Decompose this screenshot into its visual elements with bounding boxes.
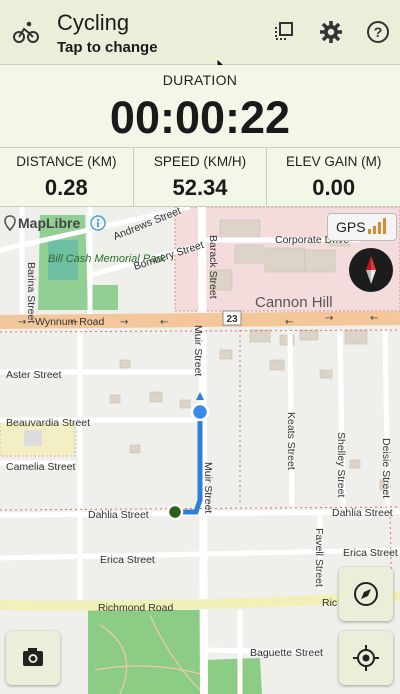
stat-value: 52.34 (172, 175, 228, 200)
bicycle-icon[interactable] (13, 20, 39, 44)
street-label: Muir Street (202, 462, 214, 513)
street-label: Richmond Road (98, 602, 173, 614)
duration-panel: DURATION 00:00:22 (0, 65, 400, 148)
signal-strength-icon (368, 218, 386, 234)
street-label: Camelia Street (6, 461, 76, 473)
stat-label: SPEED (KM/H) (153, 154, 247, 169)
camera-icon (23, 648, 43, 666)
street-label: Deisie Street (380, 438, 392, 498)
my-location-icon (353, 645, 379, 671)
locate-me-button[interactable] (339, 631, 393, 685)
street-label: Beauvardia Street (6, 417, 90, 429)
camera-button[interactable] (6, 631, 60, 685)
route-shield-label: 23 (226, 314, 238, 325)
street-label: Aster Street (6, 369, 62, 381)
start-marker (166, 503, 184, 521)
street-label: Keats Street (285, 412, 297, 470)
street-label: Barina Street (25, 262, 37, 323)
street-label: Favell Street (313, 528, 325, 587)
duration-value: 00:00:22 (109, 92, 291, 143)
svg-text:→: → (120, 317, 128, 328)
stat-speed: SPEED (KM/H) 52.34 (134, 148, 268, 206)
street-label: Shelley Street (335, 432, 347, 497)
street-label: Baguette Street (250, 647, 323, 659)
compass-icon (354, 582, 378, 606)
compass-mode-button[interactable] (339, 567, 393, 621)
layers-icon[interactable] (270, 18, 298, 46)
current-location-marker (190, 402, 210, 422)
svg-text:?: ? (374, 24, 383, 40)
svg-text:←: ← (370, 313, 378, 324)
street-label: Erica Street (343, 547, 398, 559)
street-label: Ric (322, 597, 337, 609)
park-label: Bill Cash Memorial Park (48, 253, 166, 265)
info-icon[interactable] (90, 215, 106, 231)
gps-label: GPS (336, 219, 366, 235)
suburb-label: Cannon Hill (255, 294, 333, 311)
stat-label: ELEV GAIN (M) (286, 154, 382, 169)
activity-subtitle[interactable]: Tap to change (57, 39, 158, 56)
stat-value: 0.28 (44, 175, 88, 200)
svg-text:→: → (325, 313, 333, 324)
street-label: Wynnum Road (35, 316, 105, 328)
svg-text:←: ← (285, 317, 293, 328)
duration-label: DURATION (162, 72, 238, 88)
stat-elevation-gain: ELEV GAIN (M) 0.00 (267, 148, 400, 206)
stat-value: 0.00 (312, 175, 356, 200)
top-app-bar: Cycling Tap to change ? (0, 0, 400, 65)
stat-distance: DISTANCE (KM) 0.28 (0, 148, 134, 206)
street-label: Dahlia Street (88, 509, 149, 521)
help-icon[interactable]: ? (364, 18, 392, 46)
street-label: Dahlia Street (332, 507, 393, 519)
gps-status-badge[interactable]: GPS (327, 213, 397, 241)
map-compass-icon[interactable] (349, 248, 393, 292)
street-label: Erica Street (100, 554, 155, 566)
activity-title[interactable]: Cycling (57, 10, 129, 36)
maplibre-text: MapLibre (18, 215, 81, 231)
svg-text:←: ← (160, 317, 168, 328)
gear-icon[interactable] (317, 18, 345, 46)
stats-row: DISTANCE (KM) 0.28 SPEED (KM/H) 52.34 EL… (0, 148, 400, 207)
street-label: Barack Street (207, 235, 219, 299)
stat-label: DISTANCE (KM) (16, 154, 117, 169)
street-label: Muir Street (192, 325, 204, 376)
